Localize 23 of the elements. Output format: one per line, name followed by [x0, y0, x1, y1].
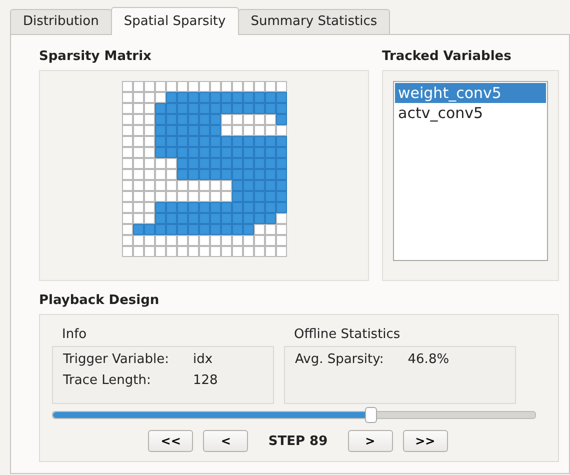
step-back-button[interactable]: <: [203, 430, 248, 452]
tab[interactable]: Summary Statistics: [238, 9, 390, 35]
info-value: 128: [192, 373, 218, 388]
step-forward-button[interactable]: >: [348, 430, 393, 452]
section-title: Playback Design: [39, 293, 160, 308]
group-title: Info: [62, 327, 88, 342]
section-title: Sparsity Matrix: [39, 49, 152, 64]
group-title: Offline Statistics: [294, 327, 402, 342]
step-slider[interactable]: [52, 407, 536, 423]
list-item[interactable]: actv_conv5: [395, 103, 546, 123]
list-item[interactable]: weight_conv5: [395, 83, 546, 103]
info-value: 46.8%: [408, 352, 450, 367]
section-title: Tracked Variables: [382, 49, 512, 64]
info-label: Trace Length:: [63, 373, 152, 388]
info-value: idx: [192, 352, 214, 367]
info-label: Trigger Variable:: [63, 352, 169, 367]
step-label: STEP 89: [268, 434, 328, 448]
tab[interactable]: Spatial Sparsity: [110, 7, 239, 35]
tab[interactable]: Distribution: [10, 9, 112, 35]
step-forward-button[interactable]: >>: [402, 430, 448, 452]
info-label: Avg. Sparsity:: [295, 352, 384, 367]
slider-thumb[interactable]: [365, 407, 378, 423]
step-back-button[interactable]: <<: [148, 430, 194, 452]
